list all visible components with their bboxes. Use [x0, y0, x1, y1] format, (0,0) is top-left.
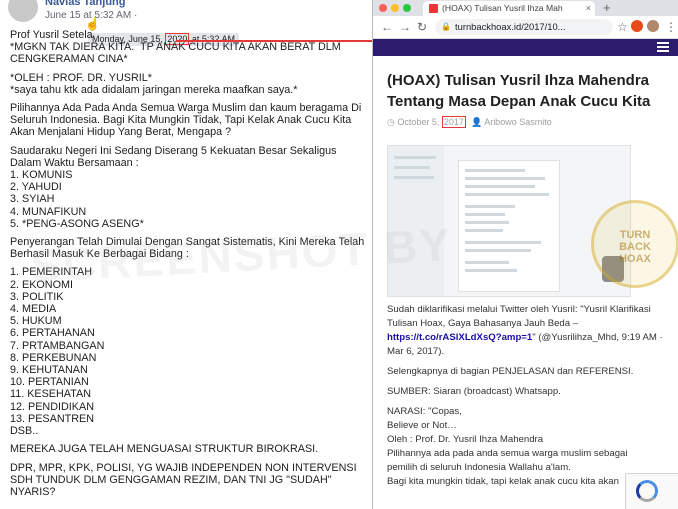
post-line: 4. MEDIA: [10, 303, 57, 316]
narrative-line: Believe or Not…: [387, 420, 457, 431]
post-line: *OLEH : PROF. DR. YUSRIL*: [10, 71, 152, 84]
globe-icon: ·: [133, 10, 138, 21]
post-line: 11. KESEHATAN: [10, 388, 92, 401]
browser-toolbar: ← → ↻ 🔒 turnbackhoax.id/2017/10... ☆ ⋮: [373, 16, 678, 39]
minimize-window-icon[interactable]: [391, 4, 399, 12]
post-author[interactable]: Navias Tanjung: [45, 0, 125, 8]
post-line: 5. HUKUM: [10, 315, 62, 328]
forward-button[interactable]: →: [399, 19, 411, 35]
body-paragraph: Selengkapnya di bagian PENJELASAN dan RE…: [387, 366, 634, 377]
post-line: DSB..: [10, 425, 39, 438]
recaptcha-icon: [636, 480, 658, 502]
favicon-icon: [429, 4, 438, 13]
post-line: 3. POLITIK: [10, 290, 64, 303]
address-bar[interactable]: 🔒 turnbackhoax.id/2017/10...: [435, 19, 613, 35]
post-line: *saya tahu ktk ada didalam jaringan mere…: [10, 83, 298, 96]
post-line: 8. PERKEBUNAN: [10, 351, 97, 364]
new-tab-button[interactable]: +: [603, 0, 611, 16]
tab-close-icon[interactable]: ×: [586, 1, 591, 16]
url-text[interactable]: turnbackhoax.id/2017/10...: [455, 19, 607, 35]
narrative-line: Pilihannya ada pada anda semua warga mus…: [387, 448, 628, 459]
profile-avatar[interactable]: [647, 20, 659, 32]
narrative-line: pemilih di seluruh Indonesia Wallahu a'l…: [387, 462, 571, 473]
bookmark-star-icon[interactable]: ☆: [617, 19, 628, 35]
post-line: DPR, MPR, KPK, POLISI, YG WAJIB INDEPEND…: [10, 461, 360, 498]
body-paragraph: NARASI: "Copas, Believe or Not… Oleh : Pro…: [387, 405, 665, 489]
narrative-line: Oleh : Prof. Dr. Yusril Ihza Mahendra: [387, 434, 544, 445]
post-line: 6. PERTAHANAN: [10, 327, 95, 340]
body-paragraph: Sudah diklarifikasi melalui Twitter oleh…: [387, 304, 663, 357]
post-line: Pilihannya Ada Pada Anda Semua Warga Mus…: [10, 102, 365, 139]
author-icon: 👤: [470, 117, 483, 127]
hamburger-menu-icon[interactable]: [657, 42, 669, 52]
narrative-line: NARASI: "Copas,: [387, 406, 462, 417]
site-header: [373, 39, 678, 56]
close-window-icon[interactable]: [379, 4, 387, 12]
turnbackhoax-stamp-logo: TURN BACK HOAX: [591, 200, 678, 288]
post-line: 2. YAHUDI: [10, 181, 62, 194]
extension-icon[interactable]: [631, 20, 643, 32]
reload-button[interactable]: ↻: [417, 19, 427, 35]
maximize-window-icon[interactable]: [403, 4, 411, 12]
post-line: MEREKA JUGA TELAH MENGUASAI STRUKTUR BIR…: [10, 443, 319, 456]
tab-title: (HOAX) Tulisan Yusril Ihza Mah: [442, 3, 563, 13]
article-meta: ◷ October 5, 2017 👤 Aribowo Sasmito: [387, 116, 669, 128]
post-line: 9. KEHUTANAN: [10, 364, 88, 377]
post-line: Saudaraku Negeri Ini Sedang Diserang 5 K…: [10, 144, 340, 169]
article-year-highlight: 2017: [441, 116, 466, 128]
back-button[interactable]: ←: [381, 19, 393, 35]
stamp-text: TURN BACK HOAX: [619, 229, 651, 265]
post-line: 4. MUNAFIKUN: [10, 205, 87, 218]
post-line: 7. PRTAMBANGAN: [10, 339, 105, 352]
post-line: 10. PERTANIAN: [10, 376, 89, 389]
clock-icon: ◷: [387, 117, 395, 127]
post-line: 13. PESANTREN: [10, 412, 95, 425]
post-line: 3. SYIAH: [10, 193, 55, 206]
post-line: 12. PENDIDIKAN: [10, 400, 95, 413]
body-paragraph: SUMBER: Siaran (broadcast) Whatsapp.: [387, 386, 561, 397]
tab-strip: (HOAX) Tulisan Yusril Ihza Mah × +: [373, 0, 678, 16]
narrative-line: Bagi kita mungkin tidak, tapi kelak anak…: [387, 476, 619, 487]
twitter-link[interactable]: https://t.co/rASlXLdXsQ?amp=1: [387, 332, 532, 343]
article-title: (HOAX) Tulisan Yusril Ihza Mahendra Tent…: [387, 72, 651, 110]
browser-menu-icon[interactable]: ⋮: [665, 19, 677, 35]
article-body: Sudah diklarifikasi melalui Twitter oleh…: [387, 303, 665, 495]
recaptcha-badge[interactable]: [625, 473, 678, 509]
image-document: [458, 160, 560, 292]
article-date-prefix[interactable]: October 5,: [397, 117, 442, 127]
tab-active[interactable]: (HOAX) Tulisan Yusril Ihza Mah ×: [423, 1, 595, 16]
post-line: *MGKN TAK DIERA KITA. TP ANAK CUCU KITA …: [10, 41, 344, 66]
post-line: 1. KOMUNIS: [10, 169, 73, 182]
article-author[interactable]: Aribowo Sasmito: [484, 117, 552, 127]
lock-icon: 🔒: [441, 22, 451, 31]
author-avatar[interactable]: [8, 0, 38, 22]
